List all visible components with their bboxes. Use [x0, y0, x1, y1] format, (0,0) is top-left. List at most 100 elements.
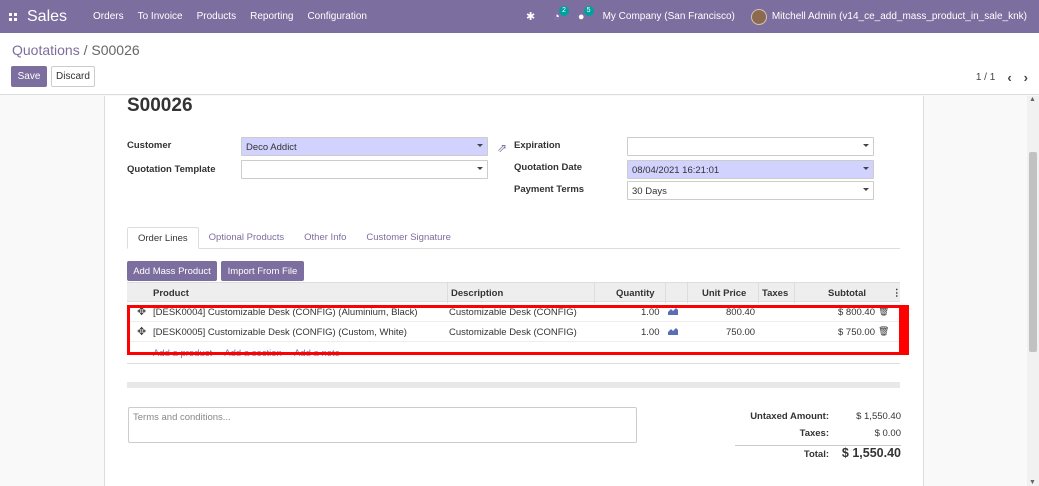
top-navbar: Sales Orders To Invoice Products Reporti…: [0, 0, 1039, 33]
scroll-down-icon[interactable]: ▼: [1029, 479, 1036, 486]
payment-terms-value: 30 Days: [632, 186, 667, 197]
forecast-chart-icon[interactable]: [668, 307, 678, 315]
header-quantity[interactable]: Quantity: [616, 288, 655, 299]
menu-to-invoice[interactable]: To Invoice: [138, 11, 183, 22]
row-subtotal: $ 800.40: [838, 307, 875, 318]
header-subtotal[interactable]: Subtotal: [828, 288, 866, 299]
messages-badge: 5: [583, 5, 594, 16]
row-product[interactable]: [DESK0005] Customizable Desk (CONFIG) (C…: [153, 327, 407, 338]
add-section-link[interactable]: Add a section: [224, 348, 282, 359]
payment-terms-field[interactable]: 30 Days: [627, 181, 874, 200]
external-link-icon[interactable]: ⇗: [497, 141, 507, 155]
column-options-icon[interactable]: ⋮: [892, 288, 902, 299]
tab-optional-products[interactable]: Optional Products: [199, 227, 295, 248]
table-row[interactable]: ✥ [DESK0005] Customizable Desk (CONFIG) …: [127, 322, 900, 342]
add-line-links: Add a product Add a section Add a note: [153, 348, 350, 359]
row-quantity[interactable]: 1.00: [641, 327, 660, 338]
activity-badge: 2: [559, 5, 569, 16]
row-unit-price[interactable]: 800.40: [726, 307, 755, 318]
drag-handle-icon[interactable]: ✥: [137, 325, 146, 338]
payment-terms-label: Payment Terms: [514, 184, 585, 195]
company-switcher[interactable]: My Company (San Francisco): [603, 11, 735, 22]
menu-reporting[interactable]: Reporting: [250, 11, 293, 22]
delete-trash-icon[interactable]: 🗑: [878, 326, 889, 337]
red-highlight-bar: [899, 305, 909, 355]
section-divider: [127, 382, 900, 388]
menu-products[interactable]: Products: [197, 11, 236, 22]
expiration-label: Expiration: [514, 140, 561, 151]
app-name[interactable]: Sales: [27, 8, 67, 26]
bug-icon[interactable]: ✱: [526, 10, 535, 23]
terms-placeholder: Terms and conditions...: [133, 412, 231, 423]
pager: 1 / 1 ‹ ›: [976, 70, 1028, 85]
add-note-link[interactable]: Add a note: [294, 348, 340, 359]
quotation-template-dropdown-icon[interactable]: [477, 167, 483, 170]
quotation-template-field[interactable]: [241, 160, 488, 179]
scrollbar-thumb[interactable]: [1029, 152, 1037, 352]
quotation-title: S00026: [127, 96, 193, 116]
customer-dropdown-icon[interactable]: [477, 144, 483, 147]
tab-customer-signature[interactable]: Customer Signature: [356, 227, 460, 248]
user-menu[interactable]: Mitchell Admin (v14_ce_add_mass_product_…: [772, 11, 1027, 22]
quotation-template-label: Quotation Template: [127, 164, 216, 175]
pager-value[interactable]: 1 / 1: [976, 72, 995, 83]
add-product-link[interactable]: Add a product: [153, 348, 212, 359]
untaxed-amount-label: Untaxed Amount:: [750, 411, 829, 422]
apps-menu-icon[interactable]: [9, 12, 17, 21]
row-unit-price[interactable]: 750.00: [726, 327, 755, 338]
row-quantity[interactable]: 1.00: [641, 307, 660, 318]
lines-bottom-divider: [127, 363, 900, 364]
header-product[interactable]: Product: [153, 288, 189, 299]
save-button[interactable]: Save: [11, 66, 47, 87]
form-view: S00026 Customer Deco Addict Quotation Te…: [0, 96, 1026, 486]
total-value: $ 1,550.40: [841, 446, 901, 460]
page-scrollbar[interactable]: ▲ ▼: [1027, 96, 1039, 486]
user-avatar[interactable]: [750, 8, 767, 25]
delete-trash-icon[interactable]: 🗑: [878, 306, 889, 317]
table-header: Product Description Quantity Unit Price …: [127, 282, 902, 303]
scroll-up-icon[interactable]: ▲: [1029, 96, 1036, 103]
messages-icon[interactable]: ● 5: [578, 5, 594, 23]
row-description[interactable]: Customizable Desk (CONFIG): [449, 307, 577, 318]
untaxed-amount-value: $ 1,550.40: [856, 411, 901, 422]
activity-clock-icon[interactable]: ◔ 2: [553, 5, 569, 23]
breadcrumb-quotations[interactable]: Quotations: [12, 42, 80, 58]
row-description[interactable]: Customizable Desk (CONFIG): [449, 327, 577, 338]
menu-configuration[interactable]: Configuration: [307, 11, 366, 22]
quotation-date-label: Quotation Date: [514, 162, 583, 173]
header-description[interactable]: Description: [451, 288, 503, 299]
expiration-field[interactable]: [627, 137, 874, 156]
form-sheet: S00026 Customer Deco Addict Quotation Te…: [104, 96, 924, 486]
notebook-tabs: Order Lines Optional Products Other Info…: [127, 227, 900, 249]
quotation-date-field[interactable]: 08/04/2021 16:21:01: [627, 160, 874, 179]
table-row[interactable]: ✥ [DESK0004] Customizable Desk (CONFIG) …: [127, 302, 900, 322]
payment-terms-dropdown-icon[interactable]: [863, 188, 869, 191]
pager-previous-icon[interactable]: ‹: [1007, 70, 1011, 85]
quotation-date-dropdown-icon[interactable]: [863, 167, 869, 170]
terms-and-conditions-input[interactable]: Terms and conditions...: [128, 407, 637, 443]
breadcrumb-separator: /: [79, 42, 92, 58]
tab-order-lines[interactable]: Order Lines: [127, 227, 199, 249]
customer-field[interactable]: Deco Addict: [241, 137, 488, 156]
order-lines-table: Product Description Quantity Unit Price …: [127, 282, 902, 342]
control-panel: Quotations / S00026 Save Discard 1 / 1 ‹…: [0, 33, 1039, 95]
row-product[interactable]: [DESK0004] Customizable Desk (CONFIG) (A…: [153, 307, 418, 318]
header-unit-price[interactable]: Unit Price: [702, 288, 746, 299]
pager-next-icon[interactable]: ›: [1024, 70, 1028, 85]
customer-value: Deco Addict: [246, 142, 297, 153]
add-mass-product-button[interactable]: Add Mass Product: [127, 261, 217, 281]
row-subtotal: $ 750.00: [838, 327, 875, 338]
taxes-label: Taxes:: [799, 428, 829, 439]
header-taxes[interactable]: Taxes: [762, 288, 788, 299]
taxes-value: $ 0.00: [874, 428, 901, 439]
breadcrumb-current: S00026: [91, 42, 140, 58]
import-from-file-button[interactable]: Import From File: [221, 261, 304, 281]
breadcrumb: Quotations / S00026: [12, 42, 140, 58]
customer-label: Customer: [127, 140, 172, 151]
forecast-chart-icon[interactable]: [668, 327, 678, 335]
menu-orders[interactable]: Orders: [93, 11, 124, 22]
drag-handle-icon[interactable]: ✥: [137, 305, 146, 318]
tab-other-info[interactable]: Other Info: [294, 227, 356, 248]
expiration-dropdown-icon[interactable]: [863, 144, 869, 147]
discard-button[interactable]: Discard: [51, 66, 95, 87]
